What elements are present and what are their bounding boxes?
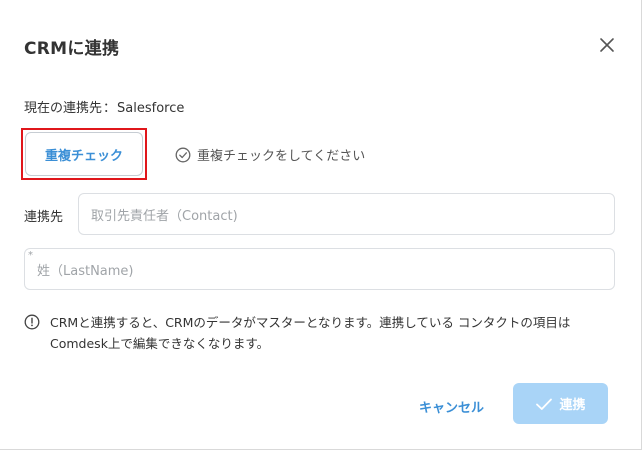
- crm-link-dialog: CRMに連携 現在の連携先：Salesforce 重複チェック 重複チェックをし…: [0, 0, 642, 450]
- lastname-input[interactable]: 姓（LastName): [24, 248, 615, 290]
- duplicate-check-button[interactable]: 重複チェック: [25, 132, 143, 176]
- cancel-button[interactable]: キャンセル: [419, 397, 484, 416]
- duplicate-check-hint-text: 重複チェックをしてください: [197, 149, 366, 164]
- current-link-target: 現在の連携先：Salesforce: [24, 97, 184, 116]
- check-icon: [536, 398, 553, 410]
- link-target-label: 連携先: [24, 210, 64, 225]
- contact-select[interactable]: 取引先責任者（Contact): [78, 193, 615, 235]
- check-circle-icon: [175, 147, 191, 162]
- current-link-separator: ：: [103, 101, 117, 116]
- close-icon[interactable]: [597, 35, 617, 55]
- info-icon: [24, 314, 40, 330]
- dialog-title: CRMに連携: [24, 39, 120, 59]
- current-link-label: 現在の連携先: [24, 101, 103, 116]
- crm-notice-text: CRMと連携すると、CRMのデータがマスターとなります。連携している コンタクト…: [50, 315, 571, 351]
- link-button[interactable]: 連携: [513, 383, 608, 424]
- required-mark: *: [28, 250, 33, 261]
- crm-notice: CRMと連携すると、CRMのデータがマスターとなります。連携している コンタクト…: [24, 312, 614, 354]
- link-button-label: 連携: [559, 398, 586, 413]
- current-link-value: Salesforce: [117, 101, 185, 116]
- duplicate-check-hint: 重複チェックをしてください: [175, 145, 365, 164]
